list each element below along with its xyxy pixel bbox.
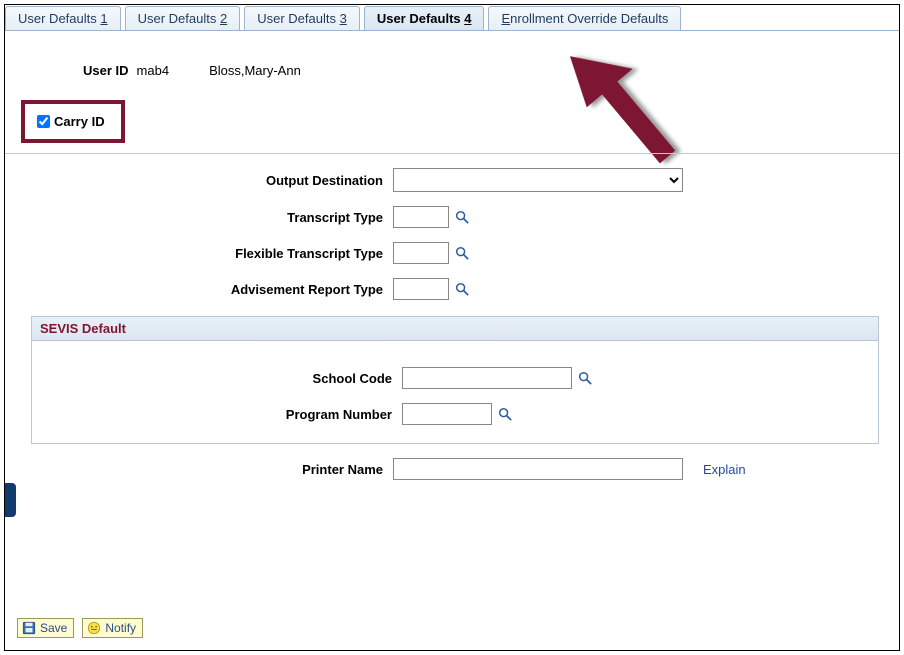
- carry-id-checkbox[interactable]: [37, 115, 50, 128]
- explain-link[interactable]: Explain: [703, 462, 746, 477]
- lookup-icon[interactable]: [455, 246, 470, 261]
- user-id-label: User ID: [83, 63, 129, 78]
- sevis-section-header: SEVIS Default: [31, 316, 879, 341]
- program-number-input[interactable]: [402, 403, 492, 425]
- transcript-type-label: Transcript Type: [23, 210, 393, 225]
- tab-user-defaults-4[interactable]: User Defaults 4: [364, 6, 485, 31]
- tab-user-defaults-3[interactable]: User Defaults 3: [244, 6, 360, 31]
- output-destination-label: Output Destination: [23, 173, 393, 188]
- save-icon: [22, 621, 36, 635]
- save-button-label: Save: [40, 621, 67, 635]
- notify-button-label: Notify: [105, 621, 136, 635]
- save-button[interactable]: Save: [17, 618, 74, 638]
- flexible-transcript-type-input[interactable]: [393, 242, 449, 264]
- advisement-report-type-label: Advisement Report Type: [23, 282, 393, 297]
- program-number-label: Program Number: [32, 407, 402, 422]
- sevis-section-body: School Code Program Number: [31, 341, 879, 444]
- school-code-label: School Code: [32, 371, 402, 386]
- carry-id-label: Carry ID: [54, 114, 105, 129]
- lookup-icon[interactable]: [455, 282, 470, 297]
- notify-button[interactable]: Notify: [82, 618, 143, 638]
- lookup-icon[interactable]: [498, 407, 513, 422]
- user-name-value: Bloss,Mary-Ann: [209, 63, 301, 78]
- tab-user-defaults-2[interactable]: User Defaults 2: [125, 6, 241, 31]
- user-id-row: User ID mab4 Bloss,Mary-Ann: [83, 63, 881, 78]
- printer-name-label: Printer Name: [23, 462, 393, 477]
- flexible-transcript-type-label: Flexible Transcript Type: [23, 246, 393, 261]
- carry-id-highlight: Carry ID: [21, 100, 125, 143]
- advisement-report-type-input[interactable]: [393, 278, 449, 300]
- school-code-input[interactable]: [402, 367, 572, 389]
- tab-user-defaults-1[interactable]: User Defaults 1: [5, 6, 121, 31]
- lookup-icon[interactable]: [455, 210, 470, 225]
- transcript-type-input[interactable]: [393, 206, 449, 228]
- tab-strip: User Defaults 1 User Defaults 2 User Def…: [5, 5, 899, 31]
- lookup-icon[interactable]: [578, 371, 593, 386]
- divider: [5, 153, 899, 154]
- collapsed-side-tab[interactable]: [4, 483, 16, 517]
- tab-enrollment-override-defaults[interactable]: Enrollment Override Defaults: [488, 6, 681, 31]
- printer-name-input[interactable]: [393, 458, 683, 480]
- user-id-value: mab4: [137, 63, 170, 78]
- notify-icon: [87, 621, 101, 635]
- output-destination-select[interactable]: [393, 168, 683, 192]
